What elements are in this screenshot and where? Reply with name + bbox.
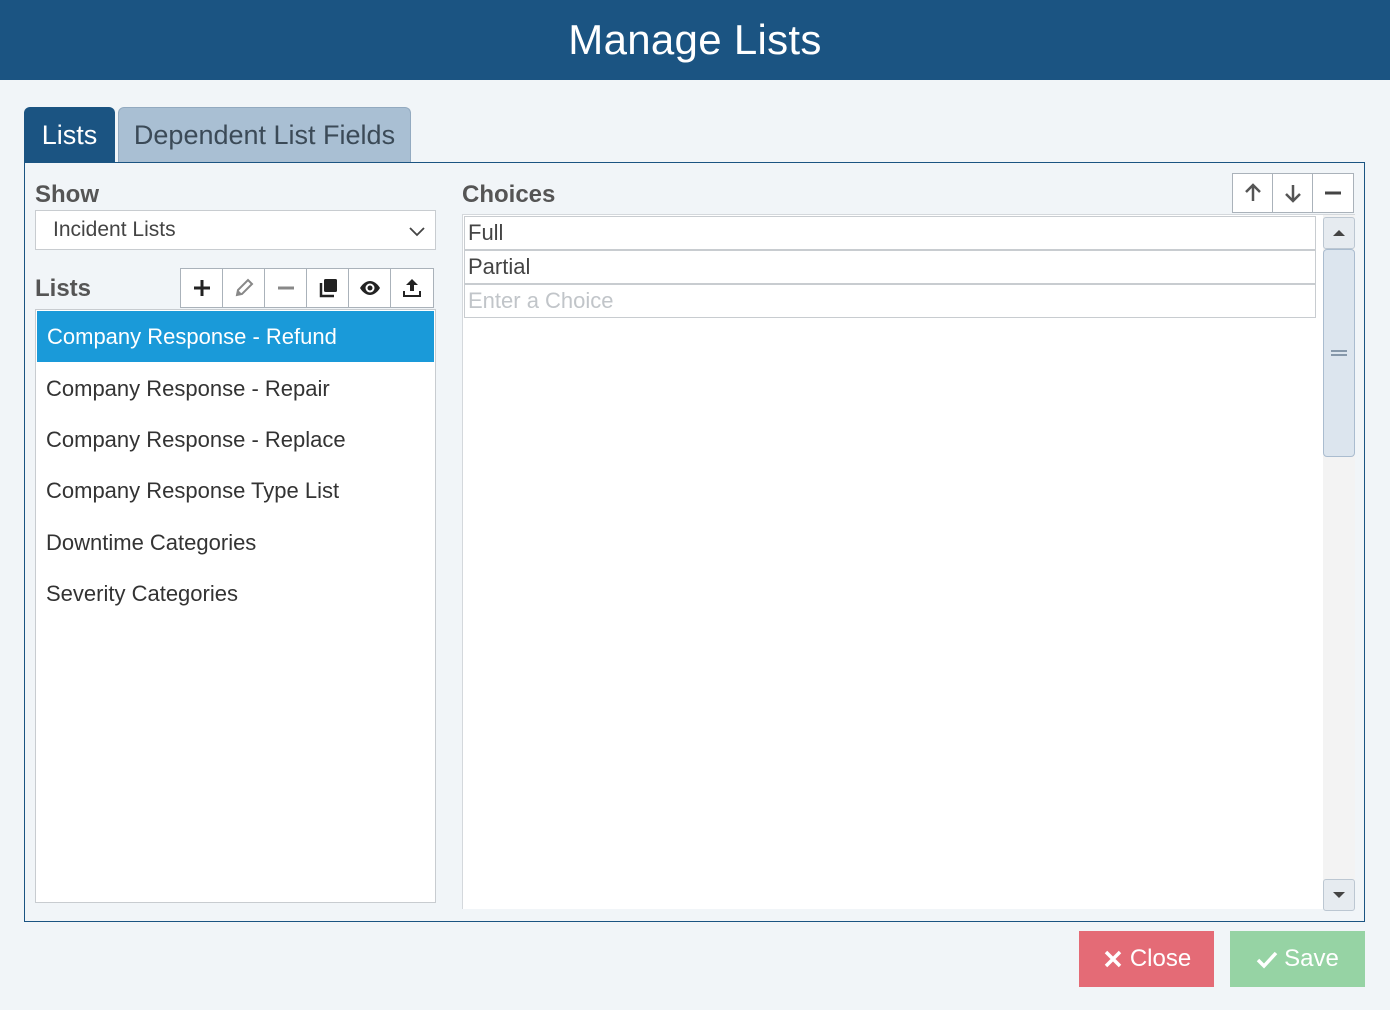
pencil-icon [235, 278, 253, 297]
list-item[interactable]: Company Response - Refund [37, 311, 434, 362]
list-item[interactable]: Downtime Categories [36, 517, 435, 568]
choices-grid: Full Partial Enter a Choice [462, 214, 1355, 911]
choice-row[interactable]: Partial [464, 250, 1316, 284]
lists-panel: Show Incident Lists Lists Company Respon… [24, 162, 1365, 922]
choices-label: Choices [462, 181, 556, 208]
lists-label: Lists [35, 275, 92, 302]
copy-icon [319, 279, 337, 298]
dialog-title: Manage Lists [0, 0, 1390, 80]
minus-icon [277, 286, 294, 290]
scroll-down-button[interactable] [1323, 879, 1355, 911]
tab-bar: Lists Dependent List Fields [24, 107, 411, 163]
minus-icon [1325, 191, 1341, 195]
chevron-down-icon [409, 227, 425, 237]
close-button[interactable]: Close [1079, 931, 1214, 987]
tab-lists[interactable]: Lists [24, 107, 115, 163]
edit-list-button[interactable] [223, 269, 265, 307]
eye-icon [359, 281, 380, 295]
choices-toolbar [1232, 173, 1354, 213]
export-list-button[interactable] [391, 269, 433, 307]
choices-scrollbar[interactable] [1323, 215, 1355, 911]
check-icon [1256, 951, 1278, 969]
move-down-button[interactable] [1273, 174, 1313, 212]
plus-icon [193, 280, 210, 296]
arrow-down-icon [1284, 185, 1301, 203]
triangle-down-icon [1333, 892, 1345, 898]
remove-list-button[interactable] [265, 269, 307, 307]
lists-toolbar [180, 268, 434, 308]
move-up-button[interactable] [1233, 174, 1273, 212]
preview-list-button[interactable] [349, 269, 391, 307]
show-select-value: Incident Lists [53, 218, 176, 241]
list-item[interactable]: Company Response - Repair [36, 363, 435, 414]
grip-icon [1331, 350, 1347, 356]
close-icon [1104, 950, 1122, 968]
add-list-button[interactable] [181, 269, 223, 307]
tab-dependent-list-fields[interactable]: Dependent List Fields [118, 107, 411, 163]
arrow-up-icon [1244, 183, 1261, 201]
save-button-label: Save [1284, 945, 1339, 972]
list-item[interactable]: Company Response Type List [36, 466, 435, 517]
copy-list-button[interactable] [307, 269, 349, 307]
close-button-label: Close [1129, 945, 1192, 972]
save-button[interactable]: Save [1230, 931, 1365, 987]
show-select[interactable]: Incident Lists [35, 210, 436, 250]
show-label: Show [35, 181, 99, 208]
scroll-thumb[interactable] [1323, 249, 1355, 457]
triangle-up-icon [1333, 230, 1345, 236]
list-item[interactable]: Company Response - Replace [36, 414, 435, 465]
new-choice-input[interactable]: Enter a Choice [464, 284, 1316, 318]
list-item[interactable]: Severity Categories [36, 569, 435, 620]
upload-icon [403, 279, 421, 297]
lists-listbox[interactable]: Company Response - Refund Company Respon… [35, 309, 436, 903]
remove-choice-button[interactable] [1313, 174, 1353, 212]
choice-row[interactable]: Full [464, 216, 1316, 250]
scroll-up-button[interactable] [1323, 217, 1355, 249]
